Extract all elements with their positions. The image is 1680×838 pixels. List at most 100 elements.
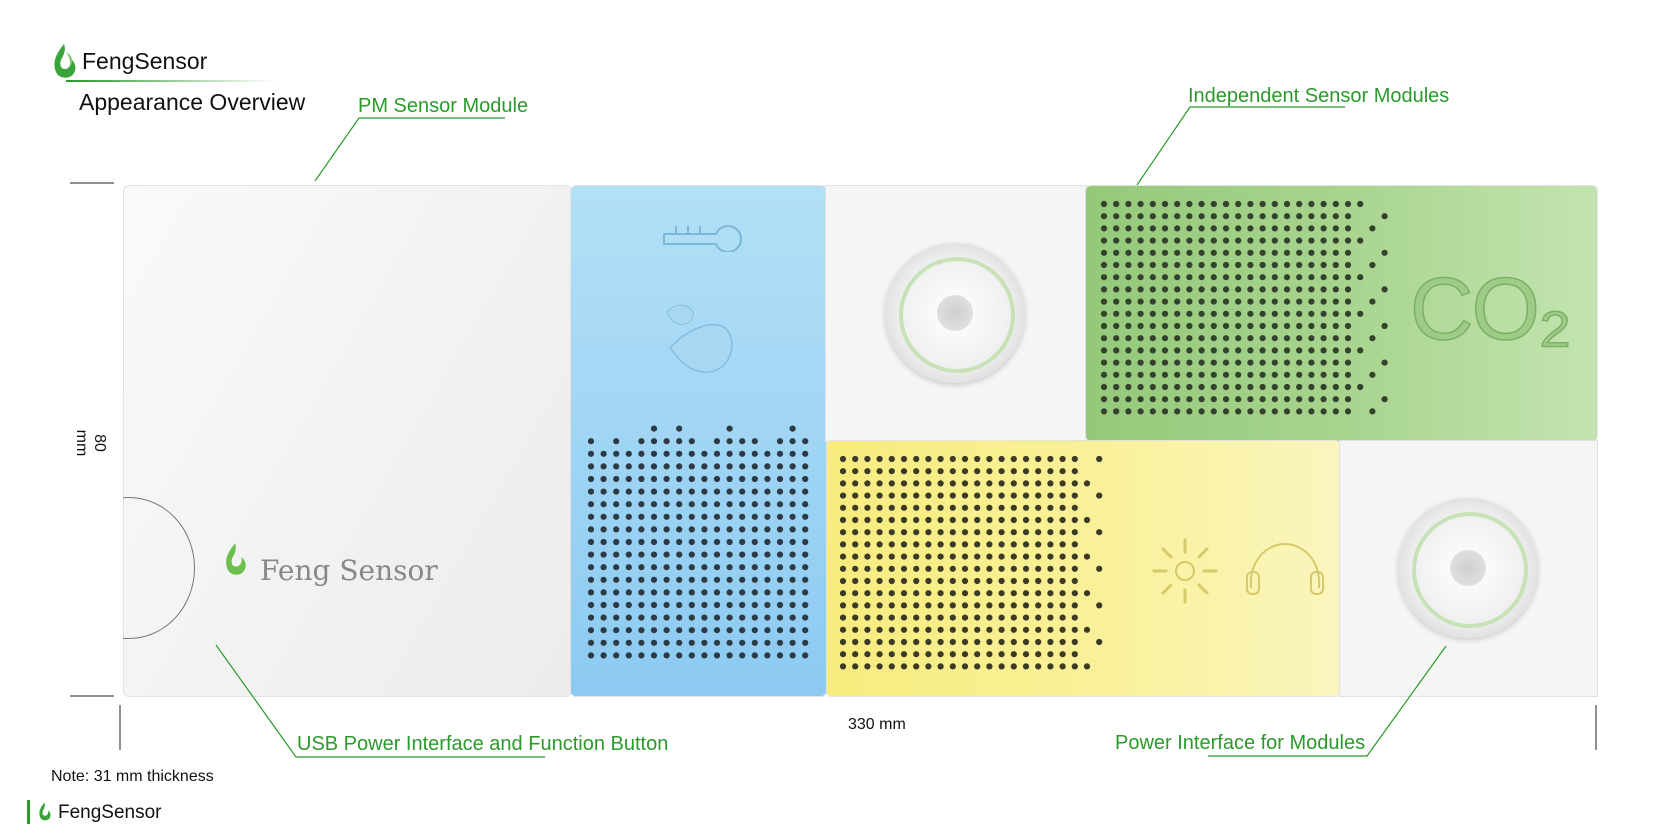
vent-hole [701, 463, 708, 470]
vent-hole [739, 627, 746, 634]
vent-hole [1247, 249, 1254, 256]
vent-hole [888, 565, 895, 572]
vent-hole [949, 626, 956, 633]
vent-hole [1059, 516, 1066, 524]
vent-hole [638, 438, 645, 445]
vent-hole [613, 564, 620, 571]
vent-hole [1096, 529, 1103, 536]
vent-hole [1271, 286, 1278, 293]
vent-hole [701, 589, 708, 596]
co2-label: CO₂ [1409, 258, 1573, 359]
vent-hole [1022, 651, 1030, 658]
vent-hole [1271, 200, 1278, 208]
vent-hole [1096, 455, 1103, 463]
vent-hole [663, 488, 670, 495]
vent-hole [998, 455, 1005, 463]
vent-hole [1247, 408, 1254, 415]
vent-hole [1344, 286, 1352, 293]
vent-hole [587, 438, 595, 445]
vent-hole [1137, 237, 1144, 244]
vent-hole [726, 425, 733, 432]
vent-hole [739, 526, 746, 533]
vent-hole [726, 576, 733, 583]
vent-hole [1010, 651, 1017, 658]
vent-hole [937, 565, 944, 572]
vent-hole [739, 614, 746, 621]
vent-hole [839, 590, 847, 597]
pm-sensor-module [570, 185, 827, 697]
vent-hole [764, 564, 771, 571]
vent-hole [949, 541, 956, 548]
vent-hole [961, 638, 969, 646]
vent-hole [1320, 213, 1327, 220]
vent-hole [1096, 602, 1103, 609]
vent-hole [925, 455, 932, 463]
vent-hole [776, 601, 784, 609]
vent-hole [776, 576, 784, 583]
vent-hole [1247, 225, 1254, 232]
vent-hole [713, 475, 721, 483]
vent-hole [1308, 396, 1315, 403]
vent-hole [1198, 261, 1205, 269]
usb-button-housing [123, 497, 195, 639]
vent-hole [1113, 396, 1120, 403]
vent-hole [1100, 359, 1108, 366]
vent-hole [1137, 408, 1144, 415]
vent-hole [1113, 213, 1120, 220]
vent-hole [600, 601, 607, 609]
vent-hole [1083, 480, 1091, 487]
vent-hole [1332, 347, 1339, 354]
vent-hole [638, 501, 645, 508]
vent-hole [688, 526, 695, 533]
vent-hole [802, 475, 809, 483]
vent-hole [625, 614, 632, 621]
vent-hole [776, 488, 784, 495]
droplet-icon [665, 300, 745, 375]
vent-hole [650, 425, 658, 432]
vent-hole [1047, 553, 1054, 560]
vent-hole [1071, 565, 1078, 572]
vent-hole [625, 639, 632, 646]
vent-hole [1113, 347, 1120, 354]
vent-hole [638, 601, 645, 609]
vent-hole [726, 438, 733, 445]
vent-hole [852, 541, 859, 548]
vent-hole [937, 590, 944, 597]
vent-hole [1149, 249, 1156, 256]
vent-hole [676, 551, 683, 558]
vent-hole [1047, 492, 1054, 499]
vent-hole [1259, 310, 1266, 317]
vent-hole [864, 590, 871, 597]
vent-hole [625, 475, 632, 483]
vent-hole [587, 526, 595, 533]
vent-hole [1125, 213, 1132, 220]
vent-hole [1235, 347, 1242, 354]
vent-hole [587, 463, 595, 470]
vent-hole [1308, 237, 1315, 244]
vent-hole [1083, 516, 1091, 524]
vent-hole [1161, 335, 1169, 342]
vent-hole [913, 651, 920, 658]
vent-hole [1259, 335, 1266, 342]
vent-hole [998, 577, 1005, 585]
vent-hole [1332, 408, 1339, 415]
vent-hole [876, 626, 883, 633]
vent-hole [1149, 200, 1156, 208]
vent-hole [1113, 237, 1120, 244]
vent-hole [789, 652, 796, 659]
vent-hole [986, 638, 993, 646]
vent-hole [1149, 213, 1156, 220]
vent-hole [1035, 541, 1042, 548]
vent-hole [613, 538, 620, 546]
vent-hole [961, 577, 969, 585]
vent-hole [1100, 335, 1108, 342]
vent-hole [852, 590, 859, 597]
vent-hole [676, 627, 683, 634]
vent-hole [1113, 322, 1120, 330]
vent-hole [739, 501, 746, 508]
page-subtitle: Appearance Overview [79, 89, 306, 115]
vent-hole [998, 590, 1005, 597]
vent-hole [1035, 492, 1042, 499]
vent-hole [1035, 590, 1042, 597]
vent-hole [864, 553, 871, 560]
